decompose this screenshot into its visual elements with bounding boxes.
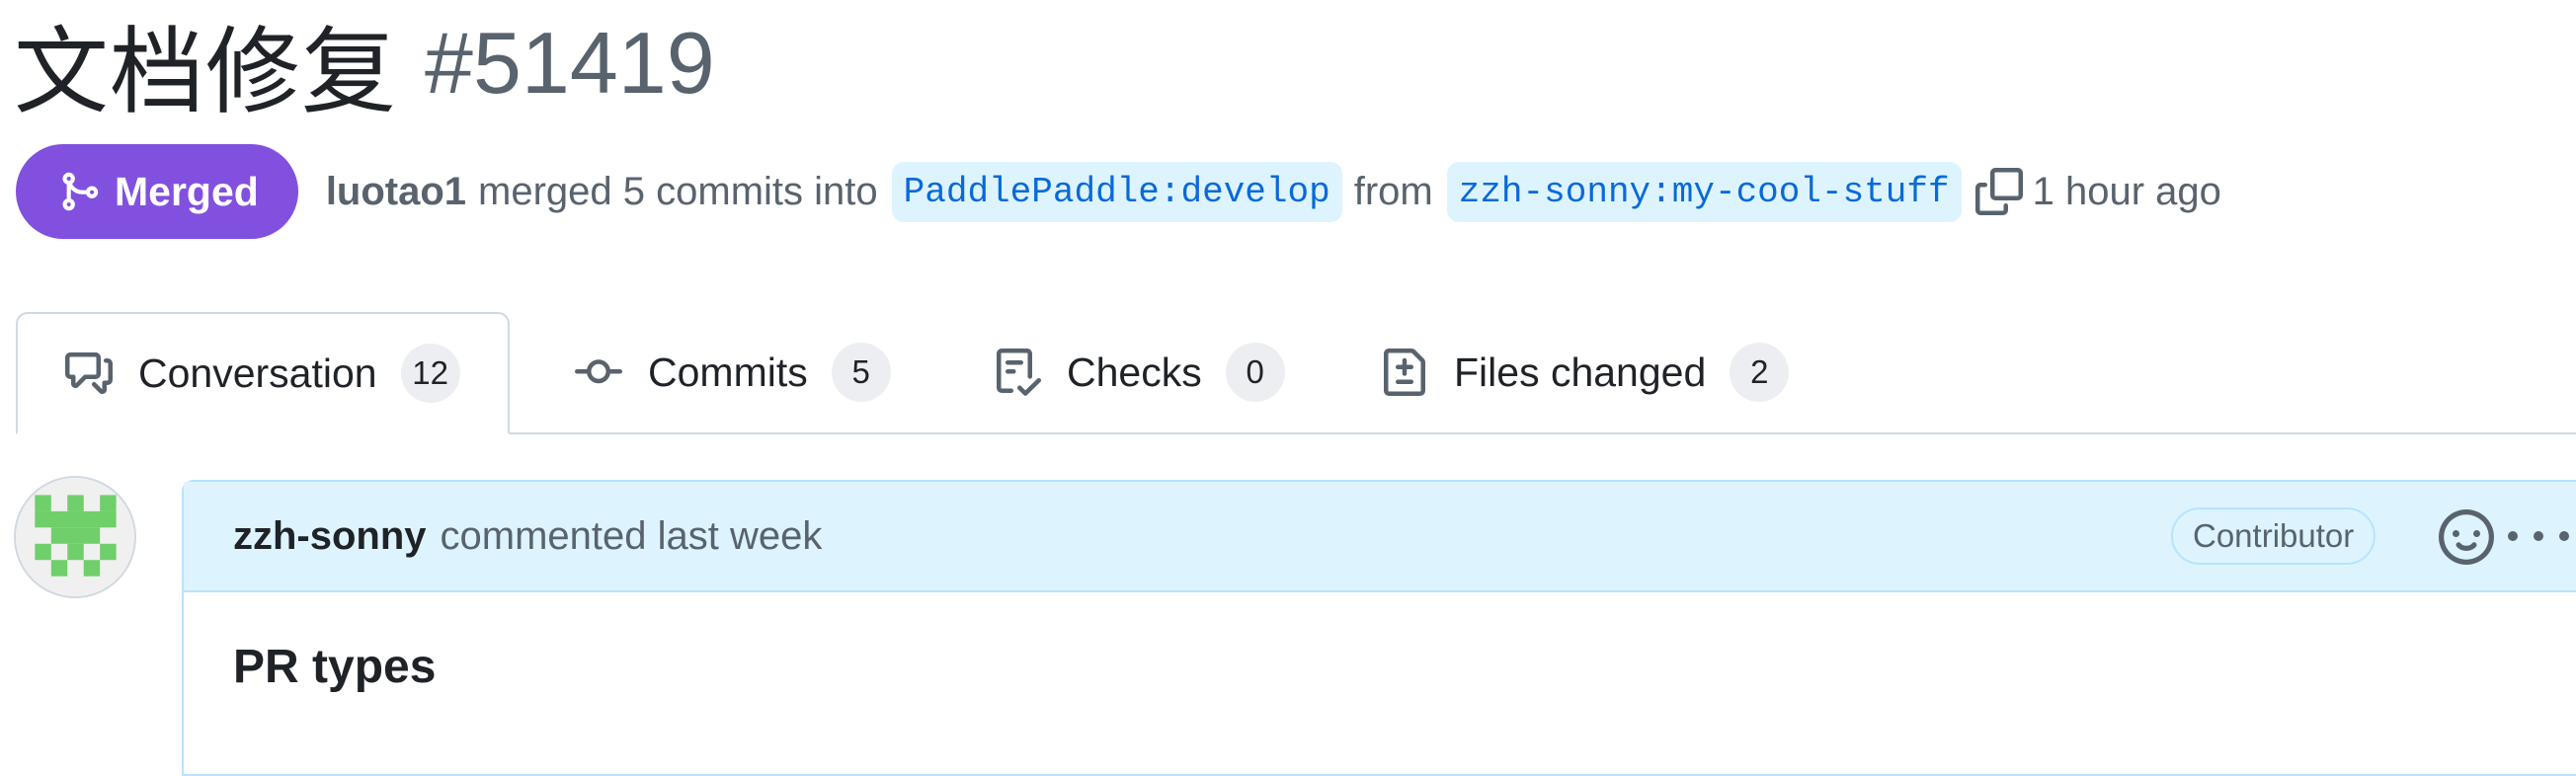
kebab-horizontal-icon[interactable] (2505, 521, 2574, 551)
tab-count: 0 (1225, 343, 1285, 402)
tab-checks[interactable]: Checks 0 (994, 312, 1285, 432)
comment-discussion-icon (65, 352, 113, 394)
tab-label: Conversation (138, 349, 377, 396)
tab-count: 12 (400, 344, 460, 403)
tab-commits[interactable]: Commits 5 (575, 312, 891, 432)
tab-label: Files changed (1454, 349, 1707, 395)
checklist-icon (997, 349, 1041, 396)
smiley-icon[interactable] (2439, 509, 2494, 565)
pr-title: 文档修复 (14, 16, 397, 127)
identicon-avatar (16, 478, 134, 596)
comment-timestamp[interactable]: commented last week (441, 514, 823, 559)
merged-status-badge: Merged (16, 144, 298, 239)
merged-label: Merged (115, 168, 259, 214)
git-commit-icon (575, 359, 622, 384)
merge-description: merged 5 commits into (478, 169, 878, 213)
tab-files-changed[interactable]: Files changed 2 (1381, 312, 1790, 432)
merger-link[interactable]: luotao1 (326, 170, 466, 214)
avatar[interactable] (14, 476, 136, 598)
tab-label: Checks (1067, 349, 1202, 395)
tab-conversation[interactable]: Conversation 12 (16, 312, 510, 434)
tab-label: Commits (648, 349, 808, 395)
file-diff-icon (1384, 349, 1425, 396)
pr-tabs: Conversation 12 Commits 5 Checks 0 Files… (16, 312, 2576, 434)
from-label: from (1353, 169, 1433, 213)
comment-body-heading: PR types (233, 641, 437, 693)
pr-number: #51419 (425, 14, 715, 112)
pr-title-row: 文档修复 #51419 (14, 8, 715, 127)
merge-time: 1 hour ago (2032, 169, 2221, 213)
head-branch-link[interactable]: zzh-sonny:my-cool-stuff (1446, 161, 1962, 222)
comment-header: zzh-sonny commented last week Contributo… (184, 482, 2576, 592)
pr-meta-row: Merged luotao1 merged 5 commits into Pad… (16, 144, 2221, 239)
copy-icon (1974, 168, 2023, 215)
tab-count: 5 (831, 343, 891, 402)
comment-author-link[interactable]: zzh-sonny (233, 514, 427, 559)
copy-branch-button[interactable] (1974, 168, 2023, 215)
contributor-badge: Contributor (2171, 507, 2376, 565)
comment-box: zzh-sonny commented last week Contributo… (182, 480, 2576, 776)
git-merge-icon (62, 172, 99, 211)
tab-count: 2 (1730, 343, 1790, 402)
base-branch-link[interactable]: PaddlePaddle:develop (891, 161, 1342, 222)
